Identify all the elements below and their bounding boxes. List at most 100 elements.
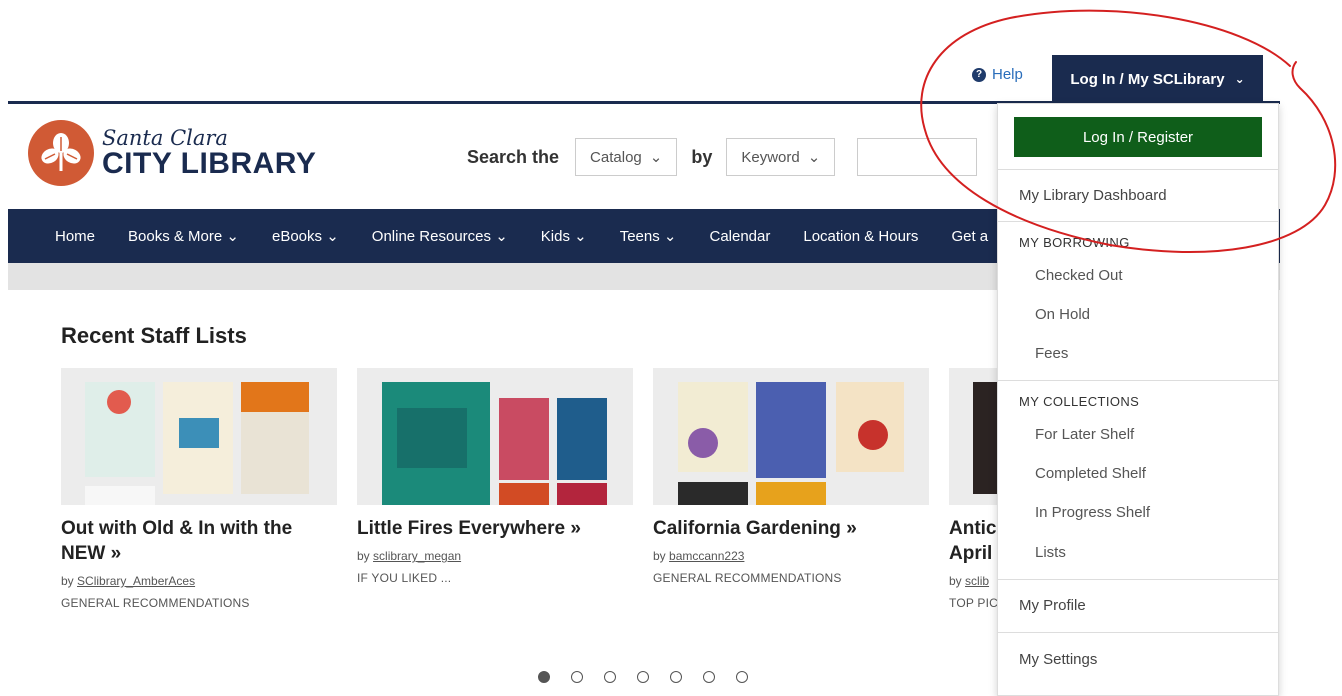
card-author: by bamccann223 bbox=[653, 549, 929, 563]
staff-list-card[interactable]: Out with Old & In with the NEW » by SCli… bbox=[61, 368, 337, 610]
menu-item-my-settings[interactable]: My Settings bbox=[1019, 651, 1097, 668]
question-circle-icon: ? bbox=[972, 67, 986, 82]
search-field-select[interactable]: Keyword ⌄ bbox=[726, 138, 836, 176]
nav-get-a[interactable]: Get a bbox=[951, 228, 988, 245]
menu-item-my-profile[interactable]: My Profile bbox=[1019, 597, 1086, 614]
account-dropdown-menu: Log In / Register My Library Dashboard M… bbox=[997, 103, 1279, 696]
chevron-down-icon: ⌄ bbox=[574, 228, 587, 245]
nav-teens-label: Teens bbox=[619, 228, 660, 245]
card-category: GENERAL RECOMMENDATIONS bbox=[653, 571, 842, 585]
card-by-label: by bbox=[949, 574, 962, 588]
chevron-down-icon: ⌄ bbox=[326, 228, 339, 245]
login-account-tab[interactable]: Log In / My SCLibrary ⌄ bbox=[1052, 55, 1263, 103]
card-author: by SClibrary_AmberAces bbox=[61, 574, 337, 588]
menu-item-on-hold[interactable]: On Hold bbox=[1035, 306, 1090, 323]
book-covers-image bbox=[357, 368, 633, 505]
menu-item-in-progress-shelf[interactable]: In Progress Shelf bbox=[1035, 504, 1150, 521]
login-register-button[interactable]: Log In / Register bbox=[1014, 117, 1262, 157]
menu-item-for-later-shelf[interactable]: For Later Shelf bbox=[1035, 426, 1134, 443]
nav-calendar[interactable]: Calendar bbox=[709, 228, 770, 245]
chevron-down-icon: ⌄ bbox=[663, 228, 677, 245]
chevron-down-icon: ⌄ bbox=[226, 228, 239, 245]
carousel-dot[interactable] bbox=[703, 671, 715, 683]
card-title[interactable]: Out with Old & In with the NEW » bbox=[61, 516, 337, 566]
nav-location-hours-label: Location & Hours bbox=[803, 227, 919, 245]
utility-bar: ? Help Log In / My SCLibrary ⌄ bbox=[0, 0, 1342, 103]
menu-heading-collections: MY COLLECTIONS bbox=[1019, 394, 1140, 409]
card-by-label: by bbox=[61, 574, 74, 588]
logo-wordmark: Santa Clara CITY LIBRARY bbox=[102, 127, 316, 179]
search-field-value: Keyword bbox=[741, 148, 800, 166]
menu-item-checked-out[interactable]: Checked Out bbox=[1035, 267, 1123, 284]
nav-get-a-label: Get a bbox=[951, 227, 989, 245]
section-title: Recent Staff Lists bbox=[61, 323, 247, 348]
book-covers-image bbox=[61, 368, 337, 505]
login-tab-label: Log In / My SCLibrary bbox=[1070, 70, 1225, 88]
logo-line-1: Santa Clara bbox=[102, 126, 228, 150]
double-chevron-right-icon: » bbox=[570, 518, 581, 539]
carousel-dot[interactable] bbox=[637, 671, 649, 683]
card-title-text: California Gardening bbox=[653, 518, 841, 539]
nav-teens[interactable]: Teens ⌄ bbox=[620, 227, 677, 245]
chevron-down-icon: ⌄ bbox=[1234, 72, 1245, 86]
card-title-text: Antic April bbox=[949, 518, 997, 564]
card-by-label: by bbox=[357, 549, 370, 563]
nav-books-more-label: Books & More bbox=[128, 228, 223, 245]
nav-ebooks[interactable]: eBooks ⌄ bbox=[272, 227, 339, 245]
carousel-dot[interactable] bbox=[571, 671, 583, 683]
chevron-down-icon: ⌄ bbox=[807, 149, 821, 166]
card-by-label: by bbox=[653, 549, 666, 563]
card-user-link[interactable]: sclib bbox=[965, 574, 989, 588]
divider bbox=[998, 169, 1278, 170]
carousel-pagination bbox=[538, 671, 748, 683]
carousel-dot[interactable] bbox=[736, 671, 748, 683]
menu-item-lists[interactable]: Lists bbox=[1035, 544, 1066, 561]
staff-list-card[interactable]: Antic April by sclib TOP PIC bbox=[949, 368, 997, 610]
card-user-link[interactable]: sclibrary_megan bbox=[373, 549, 461, 563]
staff-list-card[interactable]: Little Fires Everywhere » by sclibrary_m… bbox=[357, 368, 633, 585]
divider bbox=[998, 579, 1278, 580]
divider bbox=[998, 632, 1278, 633]
book-covers-image bbox=[653, 368, 929, 505]
nav-online-resources[interactable]: Online Resources ⌄ bbox=[372, 227, 508, 245]
library-logo[interactable]: Santa Clara CITY LIBRARY bbox=[28, 120, 316, 186]
card-category: GENERAL RECOMMENDATIONS bbox=[61, 596, 250, 610]
card-user-link[interactable]: SClibrary_AmberAces bbox=[77, 574, 195, 588]
nav-kids[interactable]: Kids ⌄ bbox=[541, 227, 587, 245]
chevron-down-icon: ⌄ bbox=[495, 228, 508, 245]
nav-location-hours[interactable]: Location & Hours bbox=[803, 228, 918, 245]
nav-home[interactable]: Home bbox=[55, 228, 95, 245]
search-bar: Search the Catalog ⌄ by Keyword ⌄ bbox=[467, 138, 978, 176]
menu-item-completed-shelf[interactable]: Completed Shelf bbox=[1035, 465, 1146, 482]
nav-kids-label: Kids bbox=[540, 228, 570, 245]
card-title[interactable]: California Gardening » bbox=[653, 516, 929, 541]
card-author: by sclib bbox=[949, 574, 997, 588]
card-category: TOP PIC bbox=[949, 596, 997, 610]
carousel-dot[interactable] bbox=[538, 671, 550, 683]
menu-item-dashboard[interactable]: My Library Dashboard bbox=[1019, 187, 1167, 204]
nav-books-more[interactable]: Books & More ⌄ bbox=[128, 227, 239, 245]
double-chevron-right-icon: » bbox=[846, 518, 857, 539]
staff-list-card[interactable]: California Gardening » by bamccann223 GE… bbox=[653, 368, 929, 585]
search-scope-select[interactable]: Catalog ⌄ bbox=[575, 138, 678, 176]
search-label: Search the bbox=[467, 146, 560, 167]
help-label: Help bbox=[992, 66, 1023, 83]
search-input[interactable] bbox=[857, 138, 978, 176]
menu-heading-borrowing: MY BORROWING bbox=[1019, 235, 1130, 250]
carousel-dot[interactable] bbox=[604, 671, 616, 683]
leaf-logo-icon bbox=[28, 120, 94, 186]
card-user-link[interactable]: bamccann223 bbox=[669, 549, 744, 563]
card-author: by sclibrary_megan bbox=[357, 549, 633, 563]
carousel-dot[interactable] bbox=[670, 671, 682, 683]
menu-item-fees[interactable]: Fees bbox=[1035, 345, 1068, 362]
help-link[interactable]: ? Help bbox=[972, 66, 1023, 83]
divider bbox=[998, 221, 1278, 222]
card-title[interactable]: Antic April bbox=[949, 516, 997, 566]
card-title-text: Little Fires Everywhere bbox=[357, 518, 566, 539]
chevron-down-icon: ⌄ bbox=[649, 149, 663, 166]
card-title[interactable]: Little Fires Everywhere » bbox=[357, 516, 633, 541]
logo-line-2: CITY LIBRARY bbox=[102, 147, 317, 180]
search-by-label: by bbox=[691, 146, 713, 167]
nav-ebooks-label: eBooks bbox=[271, 228, 323, 245]
double-chevron-right-icon: » bbox=[110, 543, 122, 564]
